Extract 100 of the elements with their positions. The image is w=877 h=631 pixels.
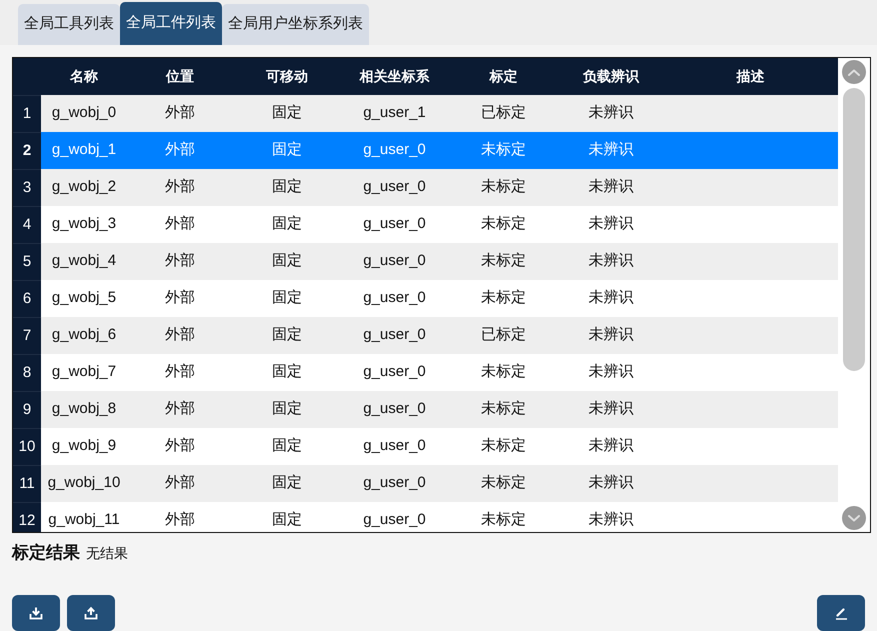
scroll-down-button[interactable] [842, 506, 866, 530]
table-cell-text: g_wobj_1 [52, 140, 116, 160]
table-cell-text: 已标定 [481, 103, 526, 124]
table-cell-text: g_user_0 [363, 362, 426, 382]
table-row[interactable]: g_wobj_10 外部 固定 g_user_0 未标定 未辨识 [41, 465, 838, 502]
table-cell-text: g_wobj_2 [52, 177, 116, 198]
table-cell-text: 未标定 [481, 288, 526, 308]
column-header: 名称 [70, 67, 98, 86]
table-row[interactable]: g_wobj_1 外部 固定 g_user_0 未标定 未辨识 [41, 132, 838, 169]
row-number: 11 [13, 465, 41, 502]
table-cell-text: 外部 [165, 140, 195, 160]
table-row[interactable]: g_wobj_6 外部 固定 g_user_0 已标定 未辨识 [41, 317, 838, 354]
table-cell-text: 未辨识 [588, 473, 634, 494]
table-cell-text: g_wobj_6 [52, 325, 116, 346]
table-cell-text: 固定 [272, 177, 302, 198]
row-number: 4 [13, 206, 41, 243]
table-cell-text: 固定 [272, 399, 302, 420]
table-cell-text: 固定 [272, 510, 302, 530]
table-cell-text: 未辨识 [588, 325, 634, 346]
row-number: 2 [13, 132, 41, 169]
scrollbar-thumb[interactable] [843, 88, 865, 371]
table-cell-text: 固定 [272, 473, 302, 494]
table-cell-text: 未辨识 [588, 251, 634, 272]
table-cell-text: 已标定 [481, 325, 526, 346]
table-row[interactable]: g_wobj_0 外部 固定 g_user_1 已标定 未辨识 [41, 95, 838, 132]
table-cell-text: 未标定 [481, 362, 526, 382]
row-number: 5 [13, 243, 41, 280]
result-value: 无结果 [86, 544, 128, 562]
table-cell-text: g_wobj_3 [52, 214, 116, 234]
table-cell-text: 未标定 [481, 399, 526, 420]
table-cell-text: 外部 [165, 362, 195, 382]
row-number: 12 [13, 502, 41, 532]
column-header: 标定 [490, 67, 518, 86]
table-cell-text: 外部 [165, 251, 195, 272]
table-cell-text: 固定 [272, 325, 302, 346]
table-cell-text: g_user_0 [363, 325, 426, 346]
scroll-up-button[interactable] [842, 60, 866, 84]
tab[interactable]: 全局用户坐标系列表 [222, 4, 369, 45]
row-number: 6 [13, 280, 41, 317]
table-cell-text: 外部 [165, 103, 195, 124]
table-row[interactable]: g_wobj_2 外部 固定 g_user_0 未标定 未辨识 [41, 169, 838, 206]
table-cell-text: g_user_0 [363, 140, 426, 160]
chevron-up-icon [848, 68, 860, 76]
upload-icon [84, 606, 98, 620]
table-cell-text: 外部 [165, 436, 195, 456]
table-cell-text: g_user_0 [363, 251, 426, 272]
tab[interactable]: 全局工具列表 [18, 4, 120, 45]
table-cell-text: 未标定 [481, 214, 526, 234]
column-header: 描述 [736, 67, 764, 86]
upload-button[interactable] [67, 595, 115, 631]
table-cell-text: g_wobj_8 [52, 399, 116, 420]
chevron-down-icon [848, 514, 860, 522]
table-cell-text: g_wobj_10 [48, 473, 120, 494]
edit-button[interactable] [817, 595, 865, 631]
table-cell-text: 固定 [272, 288, 302, 308]
row-number: 8 [13, 354, 41, 391]
table-cell-text: g_user_0 [363, 288, 426, 308]
pencil-icon [834, 606, 848, 620]
table-cell-text: 外部 [165, 177, 195, 198]
row-number: 7 [13, 317, 41, 354]
table-row[interactable]: g_wobj_8 外部 固定 g_user_0 未标定 未辨识 [41, 391, 838, 428]
download-button[interactable] [12, 595, 60, 631]
table-cell-text: 未辨识 [588, 362, 634, 382]
table-cell-text: 外部 [165, 288, 195, 308]
table-cell-text: 未辨识 [588, 103, 634, 124]
table-cell-text: g_wobj_0 [52, 103, 116, 124]
table-cell-text: 未辨识 [588, 288, 634, 308]
table-cell-text: 外部 [165, 325, 195, 346]
table-cell-text: 固定 [272, 436, 302, 456]
table-cell-text: 固定 [272, 362, 302, 382]
table-cell-text: 未辨识 [588, 177, 634, 198]
table-cell-text: 未辨识 [588, 399, 634, 420]
table-cell-text: g_user_0 [363, 214, 426, 234]
table-cell-text: 固定 [272, 214, 302, 234]
table-cell-text: 未辨识 [588, 436, 634, 456]
table-cell-text: g_wobj_9 [52, 436, 116, 456]
table-cell-text: 未辨识 [588, 140, 634, 160]
table-cell-text: 未标定 [481, 436, 526, 456]
table-cell-text: 固定 [272, 140, 302, 160]
table-cell-text: g_user_0 [363, 436, 426, 456]
table-cell-text: 未辨识 [588, 214, 634, 234]
table-cell-text: g_user_0 [363, 399, 426, 420]
table-cell-text: g_user_0 [363, 473, 426, 494]
table-cell-text: g_user_1 [363, 103, 426, 124]
table-cell-text: 外部 [165, 399, 195, 420]
table-row[interactable]: g_wobj_4 外部 固定 g_user_0 未标定 未辨识 [41, 243, 838, 280]
table-cell-text: g_user_0 [363, 510, 426, 530]
table-cell-text: g_wobj_11 [48, 510, 120, 530]
table-cell-text: 固定 [272, 251, 302, 272]
table-cell-text: 未标定 [481, 473, 526, 494]
table-cell-text: g_wobj_7 [52, 362, 116, 382]
table-cell-text: g_wobj_4 [52, 251, 116, 272]
table-cell-text: 外部 [165, 473, 195, 494]
table-cell-text: 未标定 [481, 140, 526, 160]
table-cell-text: 未标定 [481, 251, 526, 272]
tab[interactable]: 全局工件列表 [120, 2, 222, 45]
table-cell-text: 外部 [165, 214, 195, 234]
column-header: 位置 [166, 67, 194, 86]
table-cell-text: 固定 [272, 103, 302, 124]
column-header: 相关坐标系 [360, 67, 430, 86]
